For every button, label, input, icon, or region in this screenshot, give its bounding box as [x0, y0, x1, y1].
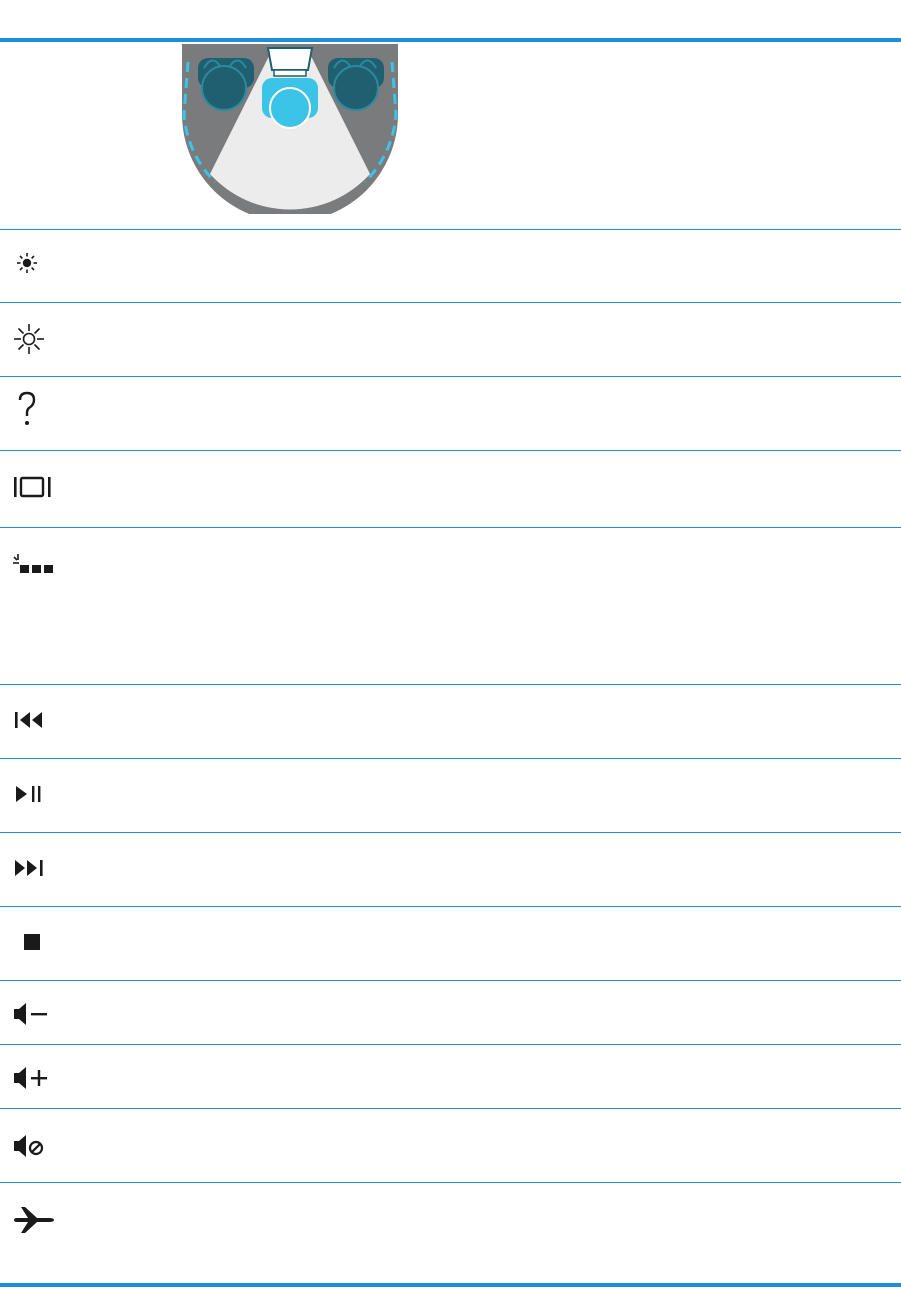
previous-track-icon	[12, 703, 58, 737]
table-bottom-rule	[0, 1283, 901, 1287]
brightness-down-icon	[12, 246, 58, 280]
play-pause-icon	[12, 777, 58, 811]
row-separator	[0, 527, 901, 528]
airplane-icon	[12, 1203, 58, 1237]
row-separator	[0, 1108, 901, 1109]
row-separator	[0, 229, 901, 230]
row-separator	[0, 832, 901, 833]
keyboard-backlight-icon	[12, 548, 58, 582]
row-separator	[0, 1182, 901, 1183]
row-separator	[0, 450, 901, 451]
next-track-icon	[12, 851, 58, 885]
row-separator	[0, 906, 901, 907]
volume-up-icon	[12, 1061, 58, 1095]
display-switch-icon	[12, 470, 58, 504]
row-separator	[0, 1044, 901, 1045]
row-separator	[0, 376, 901, 377]
row-separator	[0, 302, 901, 303]
stop-icon	[12, 925, 58, 959]
row-separator	[0, 980, 901, 981]
row-separator	[0, 758, 901, 759]
volume-down-icon	[12, 997, 58, 1031]
brightness-up-icon	[12, 322, 58, 356]
table-top-rule	[0, 38, 901, 42]
mute-icon	[12, 1129, 58, 1163]
privacy-screen-illustration	[160, 44, 420, 222]
question-mark-icon	[12, 391, 58, 426]
row-separator	[0, 684, 901, 685]
